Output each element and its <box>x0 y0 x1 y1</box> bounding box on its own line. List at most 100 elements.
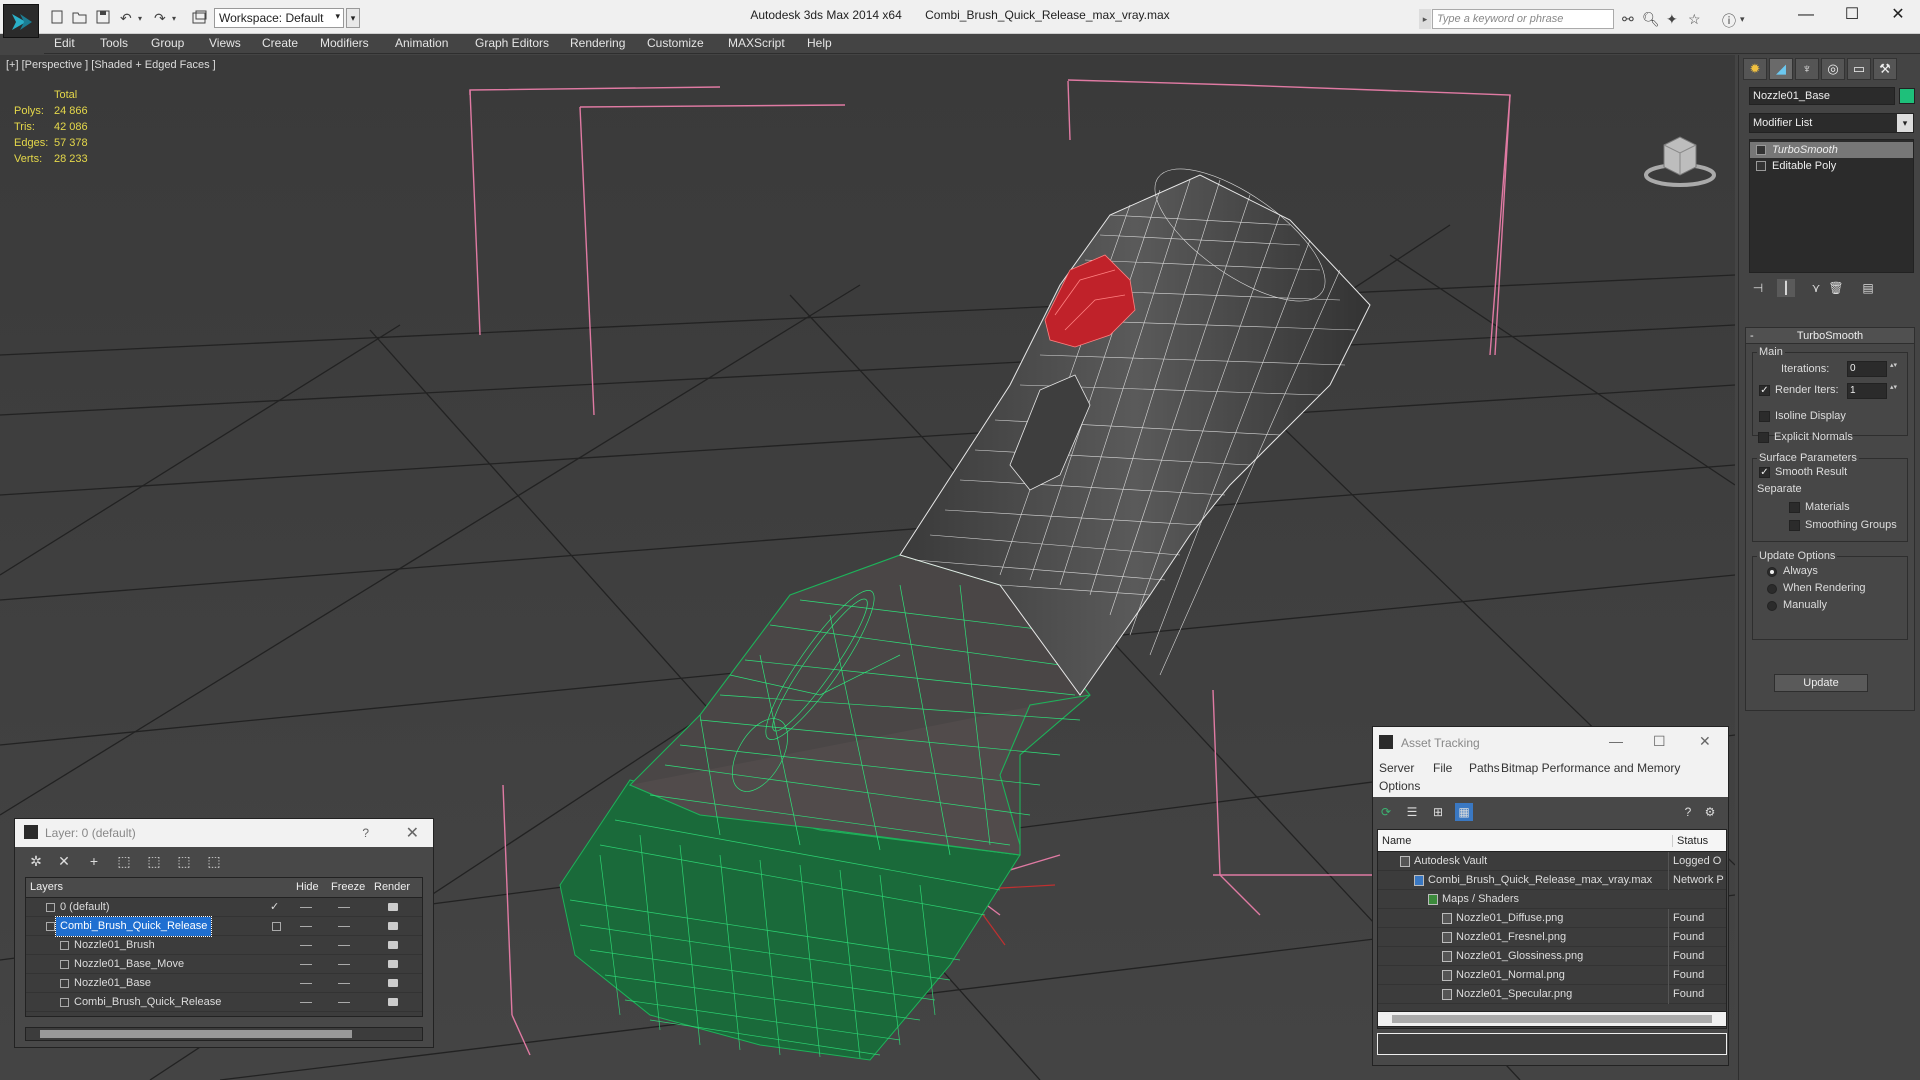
rollout-header[interactable]: - TurboSmooth <box>1746 328 1914 344</box>
asset-row[interactable]: Autodesk Vault Logged O <box>1378 852 1726 871</box>
render-iters-spinner[interactable]: 1 <box>1847 383 1898 399</box>
menu-options[interactable]: Options <box>1379 779 1420 793</box>
asset-row[interactable]: Maps / Shaders <box>1378 890 1726 909</box>
close-button[interactable]: ✕ <box>1876 4 1920 26</box>
asset-row[interactable]: Nozzle01_Fresnel.png Found <box>1378 928 1726 947</box>
menu-graph-editors[interactable]: Graph Editors <box>475 36 549 50</box>
refresh-icon[interactable]: ⟳ <box>1377 803 1395 821</box>
search-input[interactable]: Type a keyword or phrase <box>1432 9 1614 29</box>
viewport-label[interactable]: [+] [Perspective ] [Shaded + Edged Faces… <box>6 59 216 71</box>
expand-plus-icon[interactable] <box>1756 161 1766 171</box>
object-name-field[interactable]: Nozzle01_Base <box>1749 87 1895 105</box>
isoline-display-checkbox[interactable] <box>1759 411 1770 422</box>
utilities-tab-icon[interactable]: ⚒ <box>1873 58 1897 80</box>
freeze-toggle[interactable] <box>338 926 350 927</box>
table-view-icon[interactable]: ▦ <box>1455 803 1473 821</box>
asset-window-titlebar[interactable]: Asset Tracking — ☐ ✕ <box>1373 727 1728 757</box>
hide-toggle[interactable] <box>300 926 312 927</box>
render-toggle-icon[interactable] <box>388 922 398 930</box>
menu-modifiers[interactable]: Modifiers <box>320 36 369 50</box>
hide-all-icon[interactable]: ⬚ <box>205 852 223 870</box>
hide-toggle[interactable] <box>300 1002 312 1003</box>
smooth-result-checkbox[interactable]: ✓ <box>1759 467 1770 478</box>
display-tab-icon[interactable]: ▭ <box>1847 58 1871 80</box>
menu-customize[interactable]: Customize <box>647 36 704 50</box>
menu-file[interactable]: File <box>1433 761 1452 775</box>
select-layer-icon[interactable]: ⬚ <box>145 852 163 870</box>
favorites-star-icon[interactable]: ☆ <box>1688 11 1701 28</box>
asset-path-field[interactable] <box>1377 1033 1727 1055</box>
list-view-icon[interactable]: ☰ <box>1403 803 1421 821</box>
smoothing-groups-checkbox[interactable] <box>1789 520 1800 531</box>
render-toggle-icon[interactable] <box>388 941 398 949</box>
scrollbar-thumb[interactable] <box>1392 1015 1712 1023</box>
maximize-button[interactable]: ☐ <box>1653 733 1666 750</box>
binoculars-icon[interactable]: ⚯ <box>1622 11 1634 28</box>
col-hide[interactable]: Hide <box>296 881 319 893</box>
asset-row[interactable]: Nozzle01_Diffuse.png Found <box>1378 909 1726 928</box>
modifier-list-dropdown[interactable]: Modifier List ▾ <box>1749 113 1914 133</box>
asset-horizontal-scrollbar[interactable] <box>1377 1011 1727 1027</box>
add-to-layer-icon[interactable]: + <box>85 852 103 870</box>
menu-maxscript[interactable]: MAXScript <box>728 36 785 50</box>
menu-edit[interactable]: Edit <box>54 36 75 50</box>
manually-radio[interactable] <box>1767 601 1777 611</box>
close-button[interactable]: ✕ <box>406 823 419 843</box>
render-toggle-icon[interactable] <box>388 903 398 911</box>
col-render[interactable]: Render <box>374 881 410 893</box>
freeze-toggle[interactable] <box>338 907 350 908</box>
menu-animation[interactable]: Animation <box>395 36 448 50</box>
menu-server[interactable]: Server <box>1379 761 1414 775</box>
show-end-result-icon[interactable]: ┃ <box>1777 279 1795 297</box>
menu-paths[interactable]: Paths <box>1469 761 1500 775</box>
iterations-spinner[interactable]: 0 <box>1847 361 1898 377</box>
menu-group[interactable]: Group <box>151 36 184 50</box>
layer-horizontal-scrollbar[interactable] <box>25 1027 423 1041</box>
help-button[interactable]: ? <box>362 826 369 840</box>
modify-tab-icon[interactable]: ◢ <box>1769 58 1793 80</box>
render-iters-checkbox[interactable]: ✓ <box>1759 385 1770 396</box>
asset-row[interactable]: Nozzle01_Glossiness.png Found <box>1378 947 1726 966</box>
motion-tab-icon[interactable]: ◎ <box>1821 58 1845 80</box>
col-freeze[interactable]: Freeze <box>331 881 365 893</box>
freeze-toggle[interactable] <box>338 964 350 965</box>
stack-item-turbosmooth[interactable]: TurboSmooth <box>1750 142 1913 158</box>
create-layer-icon[interactable]: ✲ <box>27 852 45 870</box>
layer-row[interactable]: Combi_Brush_Quick_Release <box>26 916 422 937</box>
layer-window-titlebar[interactable]: Layer: 0 (default) ? ✕ <box>15 819 433 847</box>
select-objects-icon[interactable]: ⬚ <box>115 852 133 870</box>
freeze-toggle[interactable] <box>338 983 350 984</box>
col-status[interactable]: Status <box>1672 835 1708 847</box>
tree-view-icon[interactable]: ⊞ <box>1429 803 1447 821</box>
render-toggle-icon[interactable] <box>388 979 398 987</box>
layer-row[interactable]: Nozzle01_Base_Move <box>26 955 422 974</box>
set-current-layer-icon[interactable]: ⬚ <box>175 852 193 870</box>
help-dropdown-icon[interactable]: ▾ <box>1740 14 1745 25</box>
help-icon[interactable]: ⓘ <box>1722 11 1736 31</box>
layer-row[interactable]: Nozzle01_Base <box>26 974 422 993</box>
make-unique-icon[interactable]: ⋎ <box>1807 279 1825 297</box>
object-color-swatch[interactable] <box>1899 88 1915 104</box>
menu-views[interactable]: Views <box>209 36 241 50</box>
always-radio[interactable] <box>1767 567 1777 577</box>
create-tab-icon[interactable]: ✹ <box>1743 58 1767 80</box>
menu-create[interactable]: Create <box>262 36 298 50</box>
hide-toggle[interactable] <box>300 983 312 984</box>
update-button[interactable]: Update <box>1774 674 1868 692</box>
close-button[interactable]: ✕ <box>1699 733 1711 750</box>
delete-layer-icon[interactable]: ✕ <box>55 852 73 870</box>
help-icon[interactable]: ? <box>1679 803 1697 821</box>
explicit-normals-checkbox[interactable] <box>1758 432 1769 443</box>
remove-modifier-icon[interactable]: 🗑︎ <box>1827 279 1845 297</box>
asset-row[interactable]: Nozzle01_Specular.png Found <box>1378 985 1726 1004</box>
minimize-button[interactable]: — <box>1784 4 1828 26</box>
hierarchy-tab-icon[interactable]: ♆ <box>1795 58 1819 80</box>
materials-checkbox[interactable] <box>1789 502 1800 513</box>
subscription-icon[interactable]: 🔍︎ <box>1642 11 1660 28</box>
col-name[interactable]: Name <box>1382 835 1411 847</box>
light-bulb-icon[interactable] <box>1756 145 1766 155</box>
hide-toggle[interactable] <box>300 964 312 965</box>
render-toggle-icon[interactable] <box>388 998 398 1006</box>
asset-row[interactable]: Combi_Brush_Quick_Release_max_vray.max N… <box>1378 871 1726 890</box>
menu-rendering[interactable]: Rendering <box>570 36 625 50</box>
